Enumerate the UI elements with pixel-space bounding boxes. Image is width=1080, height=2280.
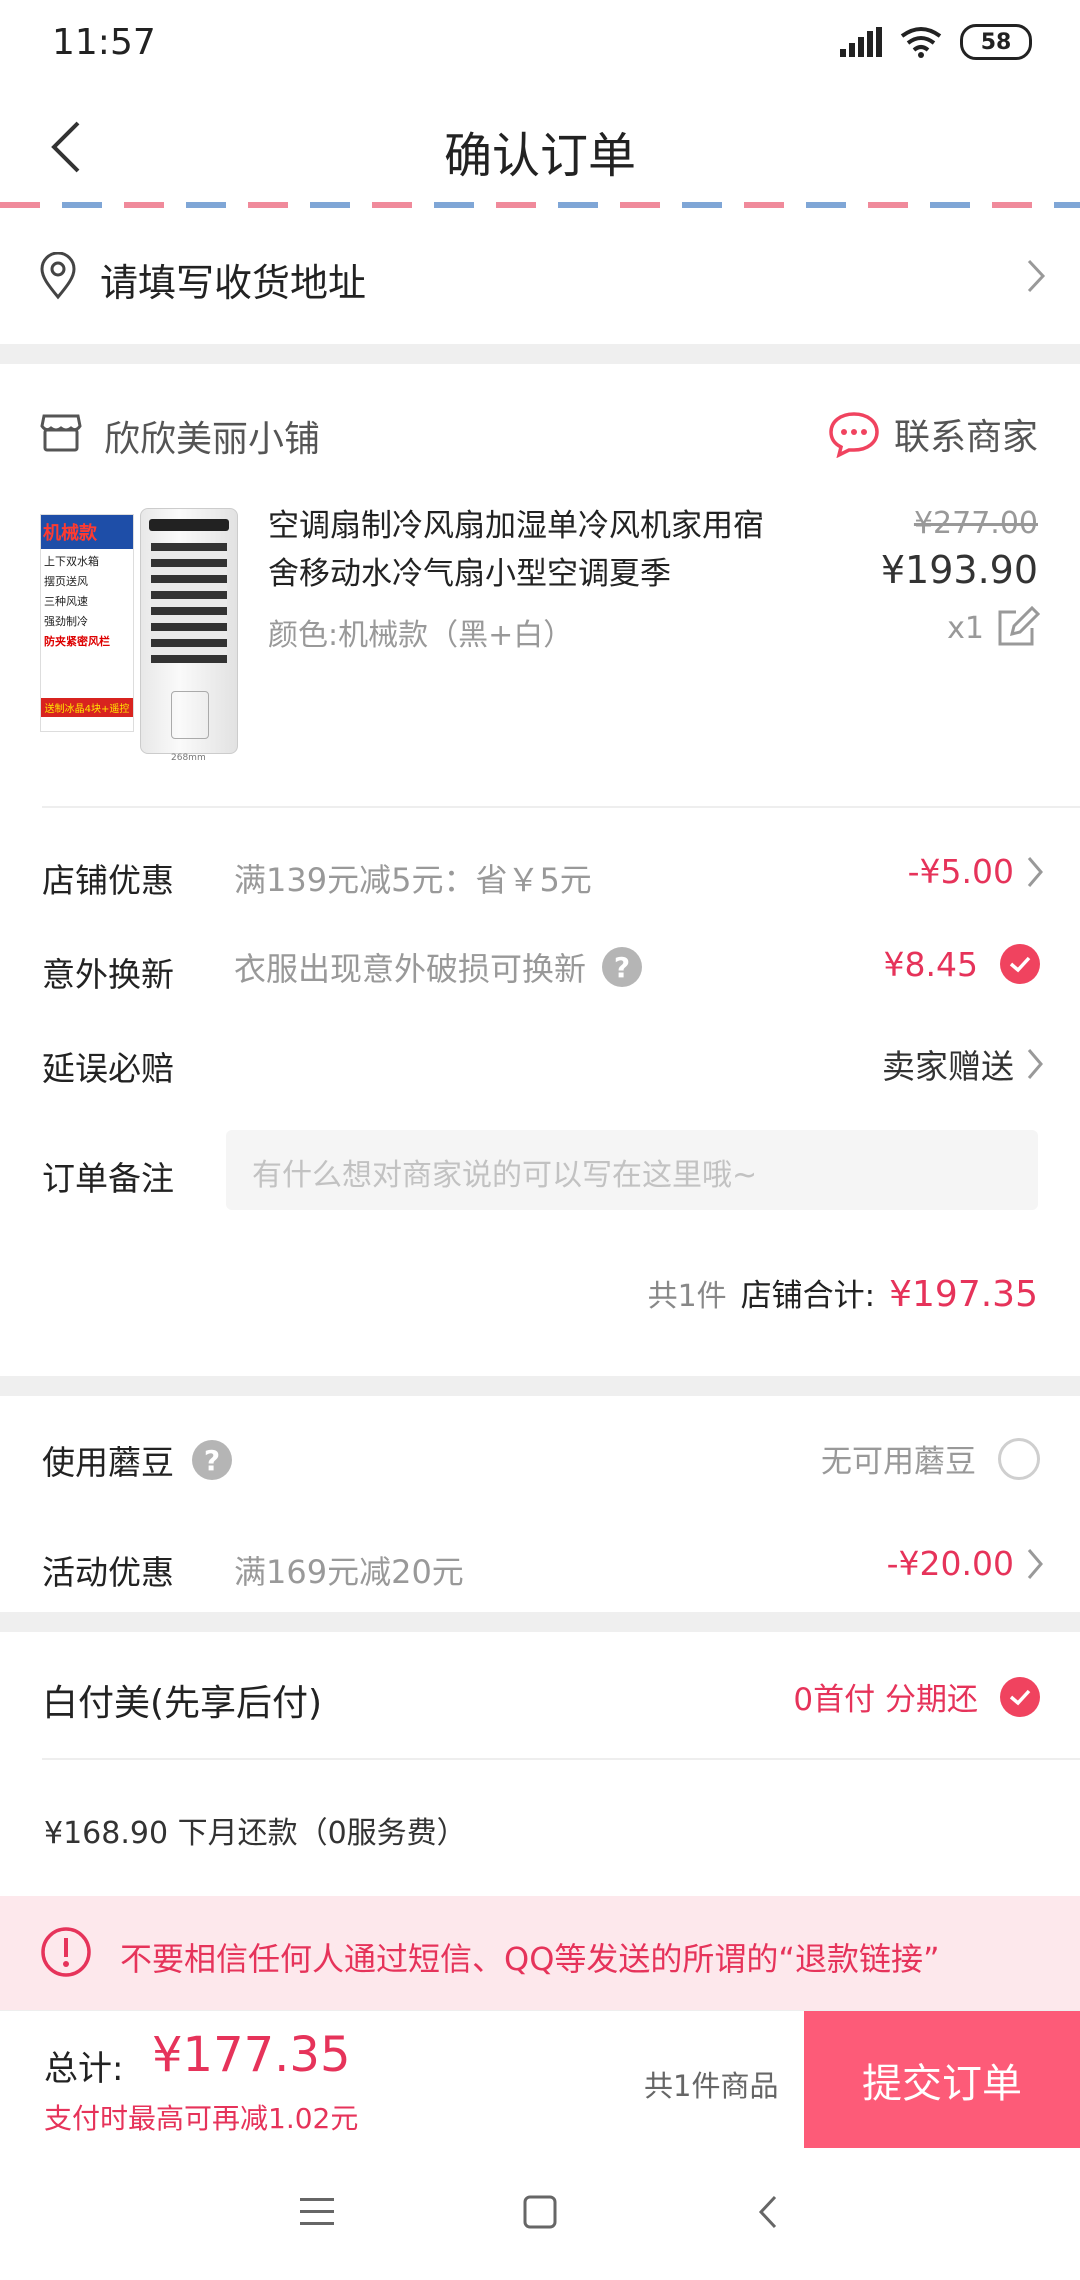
status-bar: 11:57 58 bbox=[0, 0, 1080, 90]
promotion-desc: 满169元减20元 bbox=[234, 1553, 464, 1591]
shop-discount-selector[interactable]: -¥5.00 bbox=[908, 852, 1044, 891]
note-input[interactable]: 有什么想对商家说的可以写在这里哦~ bbox=[226, 1130, 1038, 1210]
total-value: ¥177.35 bbox=[152, 2027, 351, 2083]
shop-discount-value: -¥5.00 bbox=[907, 852, 1014, 891]
mogu-beans-toggle[interactable]: 无可用蘑豆 bbox=[821, 1436, 1040, 1481]
mogu-beans-label-group: 使用蘑豆 ? bbox=[42, 1436, 232, 1484]
note-placeholder: 有什么想对商家说的可以写在这里哦~ bbox=[252, 1158, 758, 1193]
signal-icon bbox=[840, 27, 882, 57]
product-image-promo: 送制冰晶4块+遥控 bbox=[41, 698, 133, 717]
header: 确认订单 bbox=[0, 90, 1080, 204]
total-note: 支付时最高可再减1.02元 bbox=[44, 2102, 359, 2135]
page-title: 确认订单 bbox=[443, 128, 636, 184]
status-time: 11:57 bbox=[52, 22, 156, 63]
baifumei-label: 白付美(先享后付) bbox=[42, 1683, 323, 1724]
replacement-desc: 衣服出现意外破损可换新 bbox=[234, 950, 587, 988]
store-total-label: 店铺合计: bbox=[740, 1278, 876, 1314]
total-label: 总计: bbox=[44, 2049, 124, 2089]
chevron-right-icon bbox=[1027, 856, 1043, 887]
delay-selector[interactable]: 卖家赠送 bbox=[882, 1040, 1044, 1088]
promotion-label: 活动优惠 bbox=[42, 1553, 174, 1592]
quantity-editor[interactable]: x1 bbox=[947, 606, 1040, 650]
contact-merchant-label: 联系商家 bbox=[893, 417, 1038, 458]
product-variant: 颜色:机械款（黑+白） bbox=[268, 618, 574, 653]
status-icons: 58 bbox=[840, 24, 1032, 60]
store-name[interactable]: 欣欣美丽小铺 bbox=[104, 410, 320, 462]
product-image[interactable]: 机械款 上下双水箱 摆页送风 三种风速 强劲制冷 防夹紧密风栏 送制冰晶4块+遥… bbox=[40, 508, 240, 768]
promotion-selector[interactable]: -¥20.00 bbox=[887, 1544, 1044, 1583]
original-price: ¥277.00 bbox=[913, 506, 1038, 541]
section-gap bbox=[0, 344, 1080, 364]
replacement-label: 意外换新 bbox=[42, 955, 174, 994]
contact-merchant-button[interactable]: 联系商家 bbox=[828, 408, 1038, 460]
checked-icon[interactable] bbox=[1000, 944, 1040, 984]
mogu-beans-value: 无可用蘑豆 bbox=[821, 1444, 976, 1480]
system-nav-bar bbox=[0, 2148, 1080, 2280]
replacement-value: ¥8.45 bbox=[883, 944, 978, 984]
delay-label: 延误必赔 bbox=[42, 1049, 174, 1088]
product-image-model: 268mm bbox=[171, 753, 206, 763]
baifumei-detail: ¥168.90 下月还款（0服务费） bbox=[44, 1816, 467, 1851]
help-icon[interactable]: ? bbox=[192, 1440, 232, 1480]
store-total: 共1件 店铺合计: ¥197.35 bbox=[648, 1270, 1038, 1315]
note-label: 订单备注 bbox=[42, 1159, 174, 1198]
alert-icon bbox=[41, 1927, 91, 1977]
section-gap bbox=[0, 1376, 1080, 1396]
checked-icon[interactable] bbox=[1000, 1676, 1040, 1717]
replacement-desc-group: 衣服出现意外破损可换新 ? bbox=[234, 944, 643, 990]
product-image-tag: 机械款 bbox=[41, 515, 133, 549]
delay-value: 卖家赠送 bbox=[882, 1047, 1014, 1086]
divider bbox=[42, 1758, 1080, 1760]
home-icon[interactable] bbox=[522, 2194, 558, 2230]
wifi-icon bbox=[900, 27, 942, 58]
location-pin-icon bbox=[40, 252, 76, 300]
store-total-value: ¥197.35 bbox=[889, 1274, 1038, 1315]
shop-discount-desc: 满139元减5元：省￥5元 bbox=[234, 861, 592, 899]
chat-bubble-icon bbox=[829, 412, 879, 458]
chevron-right-icon bbox=[1027, 1049, 1043, 1079]
baifumei-toggle[interactable]: 0首付 分期还 bbox=[793, 1674, 1040, 1719]
warning-text: 不要相信任何人通过短信、QQ等发送的所谓的“退款链接” bbox=[120, 1940, 940, 1978]
quantity-value: x1 bbox=[947, 610, 984, 646]
product-image-features: 上下双水箱 摆页送风 三种风速 强劲制冷 防夹紧密风栏 bbox=[44, 555, 110, 648]
help-icon[interactable]: ? bbox=[602, 947, 643, 987]
store-icon bbox=[40, 414, 82, 452]
address-row[interactable]: 请填写收货地址 bbox=[0, 208, 1080, 344]
submit-order-button[interactable]: 提交订单 bbox=[804, 2011, 1080, 2149]
store-total-count: 共1件 bbox=[647, 1279, 727, 1314]
shop-discount-label: 店铺优惠 bbox=[42, 861, 174, 900]
mogu-beans-label: 使用蘑豆 bbox=[42, 1443, 174, 1482]
product-title[interactable]: 空调扇制冷风扇加湿单冷风机家用宿舍移动水冷气扇小型空调夏季 bbox=[268, 502, 788, 598]
address-label: 请填写收货地址 bbox=[100, 261, 367, 305]
warning-banner: 不要相信任何人通过短信、QQ等发送的所谓的“退款链接” bbox=[0, 1896, 1080, 2010]
checkout-bar: 总计: ¥177.35 支付时最高可再减1.02元 共1件商品 提交订单 bbox=[0, 2010, 1080, 2149]
item-count: 共1件商品 bbox=[644, 2069, 779, 2103]
section-gap bbox=[0, 1612, 1080, 1632]
menu-icon[interactable] bbox=[300, 2196, 334, 2228]
replacement-toggle[interactable]: ¥8.45 bbox=[884, 944, 1040, 984]
product-price: ¥193.90 bbox=[880, 548, 1038, 592]
chevron-right-icon bbox=[1027, 259, 1046, 293]
chevron-right-icon bbox=[1027, 1548, 1043, 1579]
battery-icon: 58 bbox=[960, 24, 1032, 60]
baifumei-value: 0首付 分期还 bbox=[793, 1682, 978, 1718]
nav-back-icon[interactable] bbox=[758, 2194, 778, 2230]
divider bbox=[42, 806, 1080, 808]
edit-icon[interactable] bbox=[994, 606, 1040, 650]
promotion-value: -¥20.00 bbox=[886, 1544, 1014, 1583]
unchecked-icon[interactable] bbox=[998, 1437, 1040, 1480]
